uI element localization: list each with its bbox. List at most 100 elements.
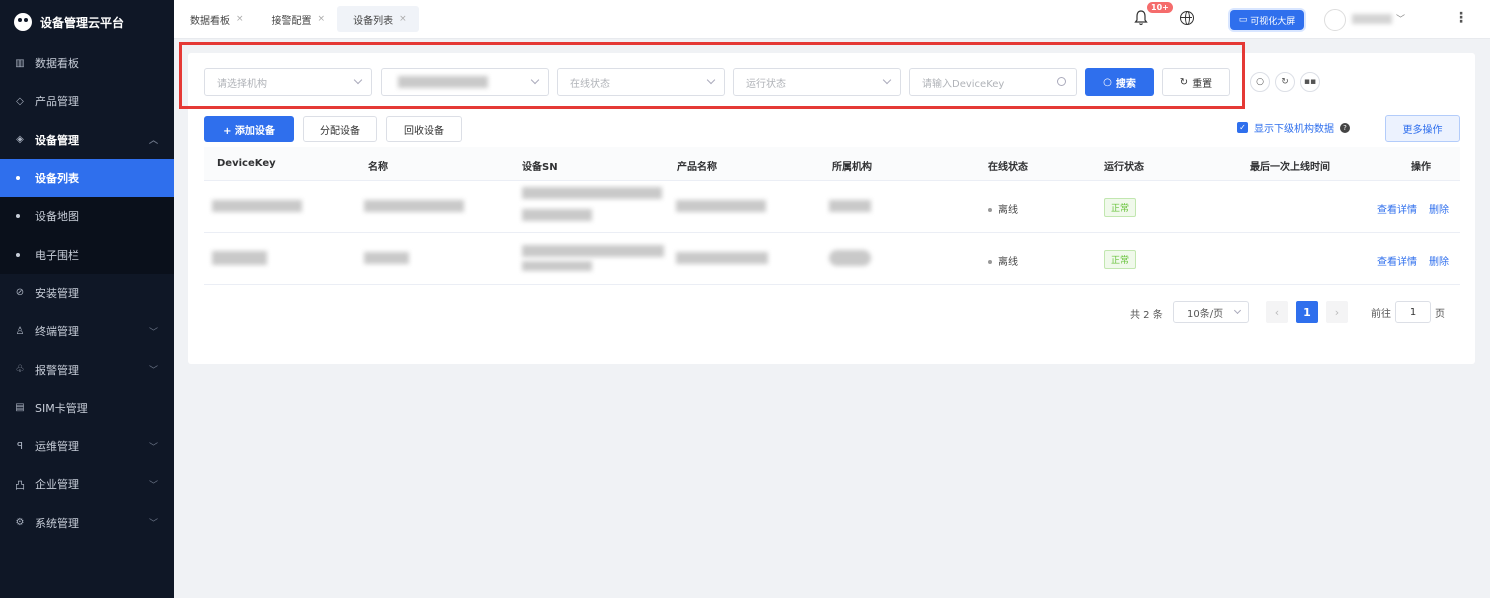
close-icon[interactable]: × [399, 14, 407, 24]
sidebar-item-devices[interactable]: ◈ 设备管理 ︿ [0, 121, 174, 159]
reset-button[interactable]: ↻ 重置 [1162, 68, 1230, 96]
goto-suffix: 页 [1435, 309, 1445, 320]
blurred-name [364, 200, 464, 212]
sidebar: 设备管理云平台 ▥ 数据看板 ◇ 产品管理 ◈ 设备管理 ︿ 设备列表 设备地图… [0, 0, 174, 598]
column-header[interactable]: 在线状态 [988, 158, 1028, 173]
big-screen-button[interactable]: ▭ 可视化大屏 [1230, 10, 1304, 30]
language-globe-icon[interactable] [1180, 11, 1194, 25]
chevron-down-icon: ﹀ [148, 519, 158, 530]
column-header[interactable]: 设备SN [522, 158, 558, 173]
blurred-name [364, 252, 409, 264]
show-sub-org-checkbox[interactable]: ✓ 显示下级机构数据 ? [1237, 120, 1350, 135]
sidebar-item-terminal[interactable]: ♙ 终端管理 ﹀ [0, 312, 174, 350]
delete-link[interactable]: 删除 [1429, 201, 1449, 216]
recycle-device-button[interactable]: 回收设备 [386, 116, 462, 142]
layers-icon: ◈ [16, 134, 24, 146]
sidebar-item-alarm[interactable]: ♧ 报警管理 ﹀ [0, 350, 174, 388]
column-header[interactable]: 名称 [368, 158, 388, 173]
chevron-down-icon[interactable]: ﹀ [1396, 12, 1405, 25]
username-blurred[interactable] [1352, 14, 1392, 24]
blurred-devicekey [212, 200, 302, 212]
online-status: 离线 [988, 253, 1018, 268]
columns-icon[interactable]: ▪▪ [1300, 72, 1320, 92]
bell-icon[interactable] [1134, 10, 1148, 26]
search-icon [1057, 77, 1066, 86]
top-bar: 数据看板 × 接警配置 × 设备列表 × 10+ ▭ 可视化大屏 ﹀ ⋮ [174, 0, 1490, 39]
ops-icon: ꟼ [16, 440, 24, 452]
bullet-icon [16, 252, 20, 257]
sidebar-subitem-geofence[interactable]: 电子围栏 [0, 235, 174, 274]
notification-badge: 10+ [1147, 2, 1173, 13]
sidebar-item-dashboard[interactable]: ▥ 数据看板 [0, 44, 174, 82]
sidebar-item-install[interactable]: ⊘ 安装管理 [0, 274, 174, 312]
org-select[interactable]: 请选择机构 [204, 68, 372, 96]
avatar[interactable] [1324, 9, 1346, 31]
sidebar-item-enterprise[interactable]: 凸 企业管理 ﹀ [0, 465, 174, 503]
sidebar-subitem-device-map[interactable]: 设备地图 [0, 197, 174, 236]
chevron-down-icon [353, 75, 363, 85]
more-vertical-icon[interactable]: ⋮ [1454, 10, 1468, 26]
status-dot-icon [988, 260, 992, 264]
app-title: 设备管理云平台 [40, 15, 125, 30]
chevron-down-icon: ﹀ [148, 366, 158, 377]
devicekey-input[interactable]: 请输入DeviceKey [909, 68, 1077, 96]
blurred-sn [522, 187, 662, 199]
page-number-button[interactable]: 1 [1296, 301, 1318, 323]
run-status-select[interactable]: 运行状态 [733, 68, 901, 96]
tab-device-list[interactable]: 设备列表 × [337, 6, 419, 32]
user-icon: ♙ [15, 325, 25, 337]
sidebar-subitem-device-list[interactable]: 设备列表 [0, 158, 174, 198]
blurred-sn [522, 209, 592, 221]
blurred-sn [522, 261, 592, 271]
pagination-total: 共 2 条 [1130, 310, 1163, 321]
view-details-link[interactable]: 查看详情 [1377, 201, 1417, 216]
close-icon[interactable]: × [318, 14, 326, 24]
goto-page-input[interactable]: 1 [1395, 301, 1431, 323]
table-row[interactable]: 离线 正常 查看详情 删除 [204, 181, 1460, 233]
chevron-up-icon: ︿ [148, 136, 158, 147]
help-icon[interactable]: ? [1340, 122, 1350, 133]
secondary-select[interactable] [381, 68, 549, 96]
sidebar-item-system[interactable]: ⚙ 系统管理 ﹀ [0, 504, 174, 542]
column-header[interactable]: 所属机构 [832, 158, 872, 173]
view-details-link[interactable]: 查看详情 [1377, 253, 1417, 268]
sidebar-item-sim[interactable]: ▤ SIM卡管理 [0, 389, 174, 427]
sidebar-item-ops[interactable]: ꟼ 运维管理 ﹀ [0, 427, 174, 465]
cube-icon: ◇ [16, 95, 24, 107]
refresh-icon[interactable]: ↻ [1275, 72, 1295, 92]
column-header[interactable]: 最后一次上线时间 [1250, 158, 1330, 173]
sidebar-item-products[interactable]: ◇ 产品管理 [0, 82, 174, 120]
next-page-button[interactable]: › [1326, 301, 1348, 323]
bullet-icon [16, 214, 20, 219]
table-row[interactable]: 离线 正常 查看详情 删除 [204, 233, 1460, 285]
gear-icon: ⚙ [15, 517, 25, 529]
table-header: DeviceKey 名称 设备SN 产品名称 所属机构 在线状态 运行状态 最后… [204, 147, 1460, 181]
app-logo[interactable]: 设备管理云平台 [0, 0, 174, 44]
prev-page-button[interactable]: ‹ [1266, 301, 1288, 323]
column-header[interactable]: DeviceKey [217, 158, 276, 169]
tab-dashboard[interactable]: 数据看板 × [174, 6, 256, 32]
sim-icon: ▤ [15, 402, 25, 414]
column-header[interactable]: 产品名称 [677, 158, 717, 173]
bar-chart-icon: ▥ [15, 57, 25, 69]
add-device-button[interactable]: + 添加设备 [204, 116, 294, 142]
building-icon: 凸 [15, 480, 25, 492]
search-button[interactable]: ○ 搜索 [1085, 68, 1154, 96]
more-actions-button[interactable]: 更多操作 [1385, 115, 1460, 142]
close-icon[interactable]: × [236, 14, 244, 24]
column-header[interactable]: 运行状态 [1104, 158, 1144, 173]
assign-device-button[interactable]: 分配设备 [303, 116, 377, 142]
delete-link[interactable]: 删除 [1429, 253, 1449, 268]
tab-alarm-config[interactable]: 接警配置 × [256, 6, 338, 32]
blurred-product [676, 200, 766, 212]
online-status-select[interactable]: 在线状态 [557, 68, 725, 96]
chevron-down-icon: ﹀ [148, 480, 158, 491]
checkbox-checked-icon[interactable]: ✓ [1237, 122, 1248, 133]
toggle-search-icon[interactable]: ○ [1250, 72, 1270, 92]
blurred-product [676, 252, 768, 264]
column-header[interactable]: 操作 [1411, 158, 1431, 173]
status-badge: 正常 [1104, 250, 1137, 269]
page-size-select[interactable]: 10条/页 [1173, 301, 1249, 323]
blurred-sn [522, 245, 664, 257]
blurred-org [829, 250, 871, 266]
